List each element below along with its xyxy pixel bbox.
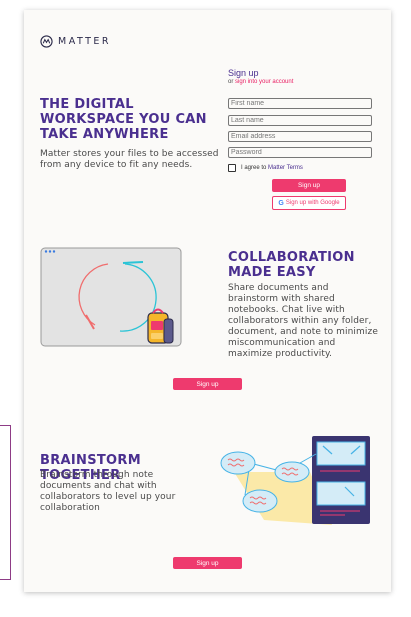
signin-line: or sign into your account: [228, 79, 293, 85]
terms-link[interactable]: Matter Terms: [268, 165, 303, 171]
cyan-stroke: [122, 261, 144, 264]
signup-heading: Sign up: [228, 68, 259, 78]
terms-agreement: I agree to Matter Terms: [228, 164, 303, 172]
brand-logo[interactable]: MATTER: [40, 35, 111, 48]
thought-bubble-1: [220, 451, 256, 475]
side-bracket-decoration: [0, 425, 11, 580]
terms-checkbox[interactable]: [228, 164, 236, 172]
collaboration-title: COLLABORATION MADE EASY: [228, 250, 355, 280]
google-signup-label: Sign up with Google: [285, 200, 340, 206]
collaboration-signup-button[interactable]: Sign up: [173, 378, 242, 390]
hero-description: Matter stores your files to be accessed …: [40, 149, 219, 170]
landing-card: MATTER THE DIGITAL WORKSPACE YOU CAN TAK…: [24, 10, 391, 592]
collaboration-description: Share documents and brainstorm with shar…: [228, 283, 378, 359]
email-input[interactable]: [228, 131, 372, 142]
first-name-input[interactable]: [228, 98, 372, 109]
signin-prefix: or: [228, 79, 234, 85]
window-dot-1: [44, 250, 48, 253]
google-signup-button[interactable]: G Sign up with Google: [272, 196, 346, 210]
brand-name: MATTER: [58, 36, 111, 47]
window-dot-2: [48, 250, 52, 253]
brainstorm-description: Brainstorm through note documents and ch…: [40, 470, 176, 513]
thought-bubble-2: [274, 461, 310, 483]
signup-submit-button[interactable]: Sign up: [272, 179, 346, 192]
signin-link[interactable]: sign into your account: [235, 79, 293, 85]
collaboration-illustration: [40, 247, 182, 347]
hero-title: THE DIGITAL WORKSPACE YOU CAN TAKE ANYWH…: [40, 97, 207, 142]
last-name-input[interactable]: [228, 115, 372, 126]
password-input[interactable]: [228, 147, 372, 158]
thought-bubble-3: [242, 489, 278, 513]
google-icon: G: [278, 199, 284, 207]
brainstorm-signup-button[interactable]: Sign up: [173, 557, 242, 569]
matter-logo-icon: [40, 35, 53, 48]
terms-prefix: I agree to: [241, 165, 267, 171]
terms-label: I agree to Matter Terms: [241, 165, 303, 171]
brainstorm-illustration: [220, 436, 370, 525]
window-dot-3: [52, 250, 56, 253]
